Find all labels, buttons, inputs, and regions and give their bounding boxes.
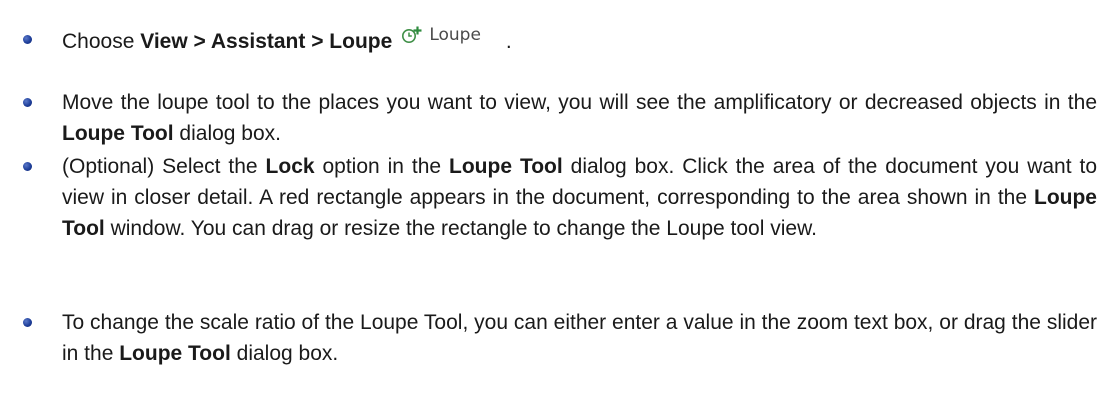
text-segment-bold: Loupe Tool	[449, 155, 563, 178]
bullet-icon	[23, 162, 32, 171]
text-segment: option in the	[314, 155, 450, 178]
step-text: To change the scale ratio of the Loupe T…	[62, 307, 1097, 369]
text-segment: Choose	[62, 30, 141, 53]
text-segment: Move the loupe tool to the places you wa…	[62, 91, 1097, 114]
trailing-period: .	[505, 30, 512, 53]
text-segment: dialog box.	[173, 122, 282, 145]
menu-path: View > Assistant > Loupe	[140, 30, 393, 53]
step-text: Move the loupe tool to the places you wa…	[62, 87, 1097, 149]
step-text: (Optional) Select the Lock option in the…	[62, 151, 1097, 244]
loupe-plus-icon	[402, 26, 422, 43]
text-segment-bold: Loupe Tool	[62, 122, 174, 145]
loupe-toolbar-button[interactable]: Loupe	[398, 24, 484, 46]
text-segment: (Optional) Select the	[62, 155, 266, 178]
step-text: Choose View > Assistant > Loupe Loupe.	[62, 24, 1097, 57]
bullet-icon	[23, 318, 32, 327]
text-segment: window. You can drag or resize the recta…	[104, 217, 817, 240]
bullet-icon	[23, 98, 32, 107]
bullet-icon	[23, 35, 32, 44]
text-segment-bold: Loupe Tool	[119, 342, 231, 365]
text-segment: dialog box.	[230, 342, 339, 365]
loupe-button-label: Loupe	[429, 24, 481, 45]
text-segment-bold: Lock	[265, 155, 315, 178]
